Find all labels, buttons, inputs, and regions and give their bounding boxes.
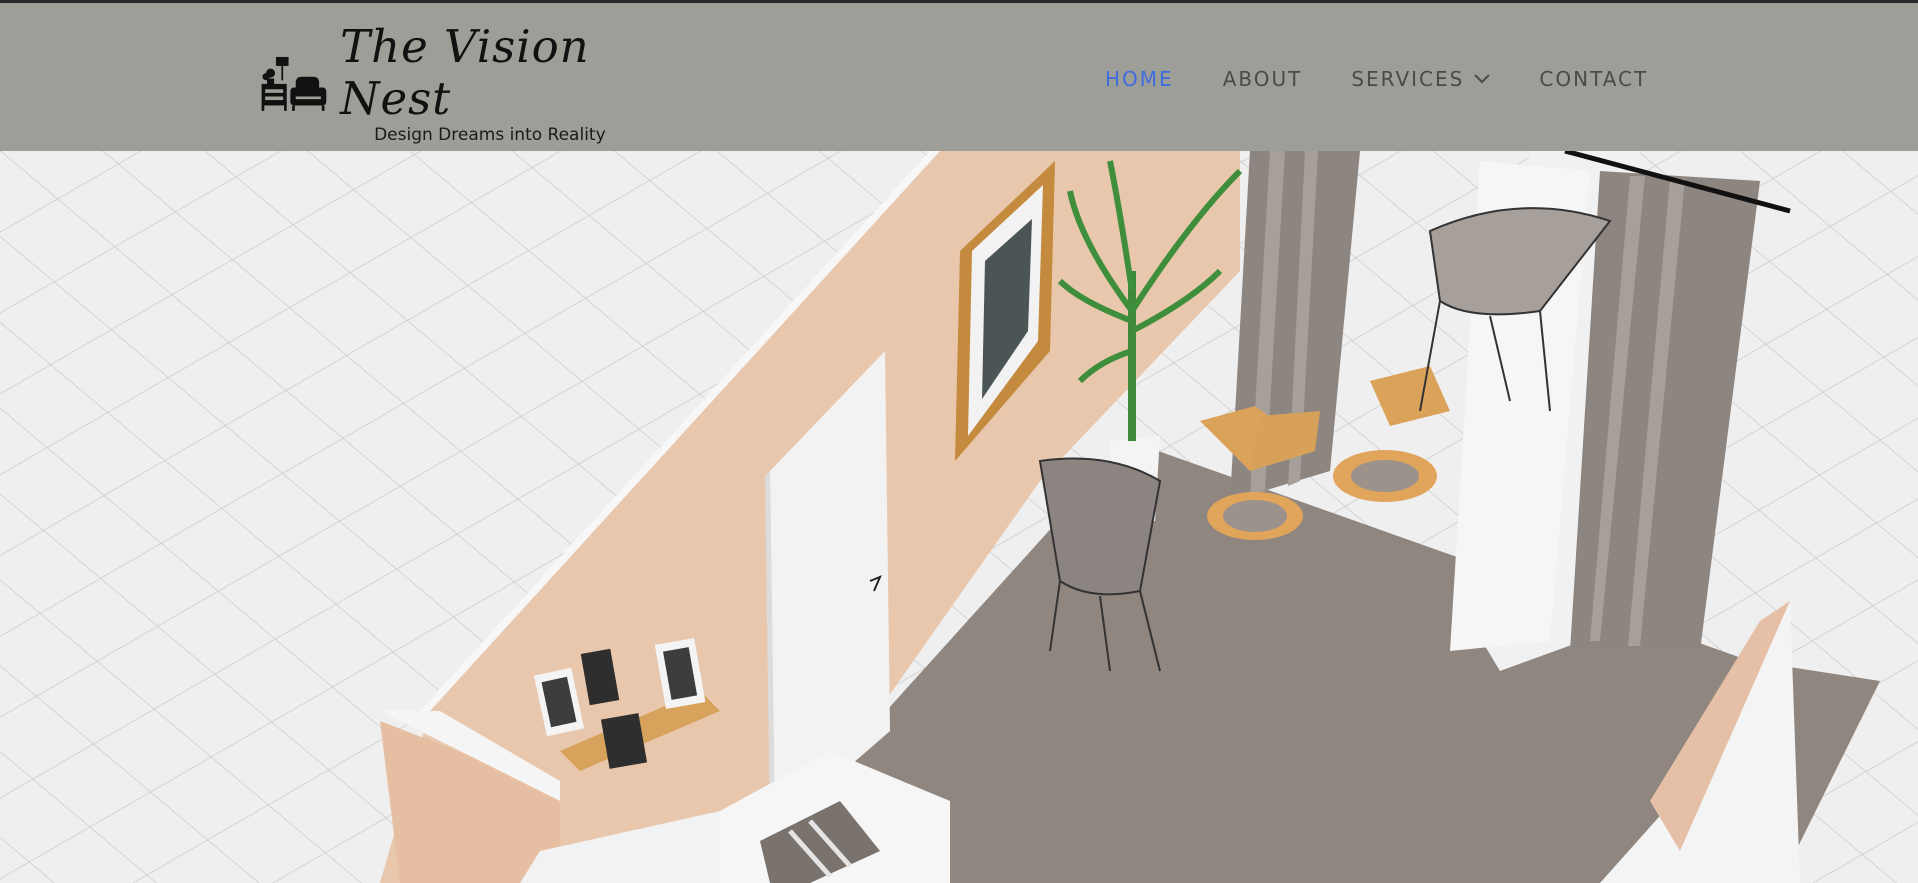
nav-contact-label: CONTACT	[1539, 67, 1649, 91]
nav-home-label: HOME	[1105, 67, 1174, 91]
logo-link[interactable]: The Vision Nest Design Dreams into Reali…	[258, 21, 678, 145]
site-header: The Vision Nest Design Dreams into Reali…	[0, 0, 1918, 151]
nav-home[interactable]: HOME	[1105, 67, 1174, 91]
nav-about-label: ABOUT	[1222, 67, 1303, 91]
nav-about[interactable]: ABOUT	[1223, 67, 1303, 91]
logo-text: The Vision Nest Design Dreams into Reali…	[340, 20, 678, 146]
main-nav: HOME ABOUT SERVICES CONTACT	[1105, 61, 1648, 97]
hero-room-image	[0, 151, 1918, 883]
nav-contact[interactable]: CONTACT	[1539, 67, 1648, 91]
nav-services[interactable]: SERVICES	[1351, 67, 1491, 91]
furniture-logo-icon	[261, 56, 327, 111]
chevron-down-icon	[1474, 74, 1491, 84]
logo-tagline: Design Dreams into Reality	[374, 125, 606, 145]
logo-title: The Vision Nest	[340, 20, 590, 125]
nav-services-label: SERVICES	[1351, 67, 1465, 91]
